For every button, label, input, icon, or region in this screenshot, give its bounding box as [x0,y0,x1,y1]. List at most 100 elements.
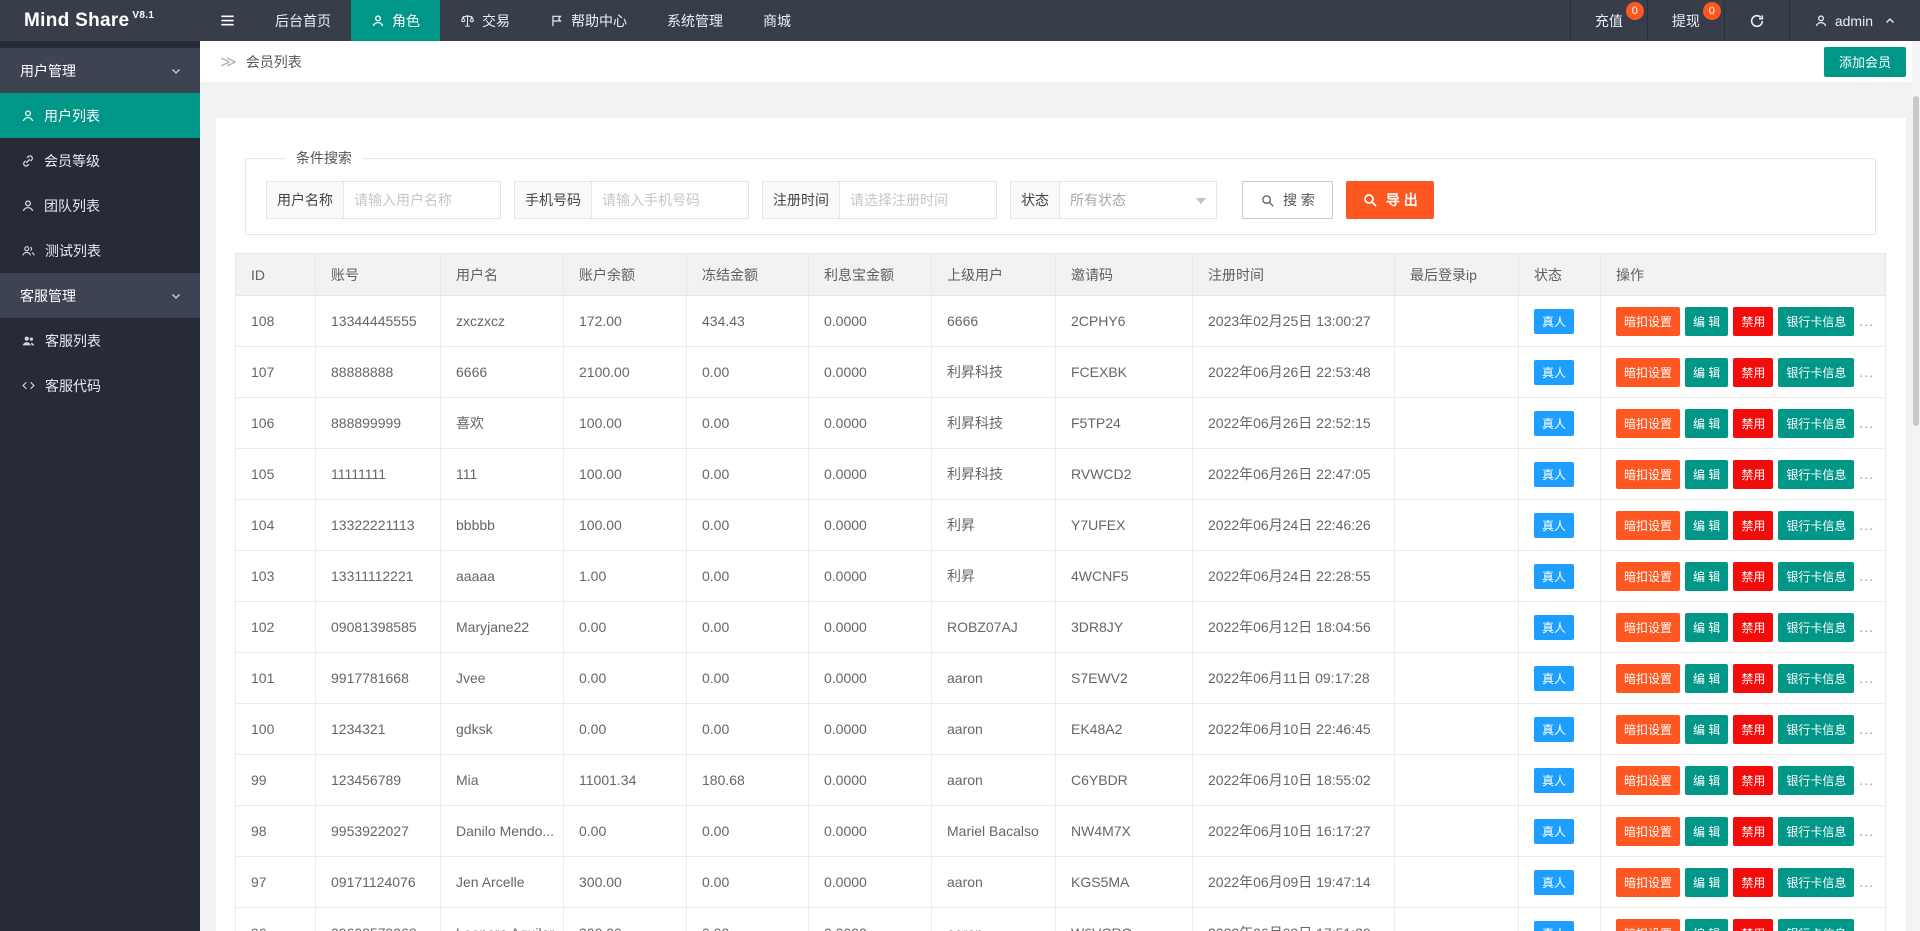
action-disable-button[interactable]: 禁用 [1733,817,1773,846]
action-disable-button[interactable]: 禁用 [1733,868,1773,897]
action-disable-button[interactable]: 禁用 [1733,613,1773,642]
export-button[interactable]: 导 出 [1346,181,1434,219]
action-hidden-deduction-settings-button[interactable]: 暗扣设置 [1616,562,1680,591]
more-actions[interactable]: ... [1859,568,1874,584]
action-hidden-deduction-settings-button[interactable]: 暗扣设置 [1616,613,1680,642]
action-edit-button[interactable]: 编 辑 [1685,919,1728,931]
action-bank-card-info-button[interactable]: 银行卡信息 [1778,511,1854,540]
status-badge[interactable]: 真人 [1534,666,1574,691]
action-edit-button[interactable]: 编 辑 [1685,868,1728,897]
more-actions[interactable]: ... [1859,670,1874,686]
action-bank-card-info-button[interactable]: 银行卡信息 [1778,715,1854,744]
action-disable-button[interactable]: 禁用 [1733,358,1773,387]
action-bank-card-info-button[interactable]: 银行卡信息 [1778,460,1854,489]
more-actions[interactable]: ... [1859,874,1874,890]
more-actions[interactable]: ... [1859,313,1874,329]
action-bank-card-info-button[interactable]: 银行卡信息 [1778,664,1854,693]
action-disable-button[interactable]: 禁用 [1733,562,1773,591]
status-select[interactable]: 所有状态 [1060,181,1217,219]
action-hidden-deduction-settings-button[interactable]: 暗扣设置 [1616,766,1680,795]
withdraw-button[interactable]: 提现 0 [1647,0,1724,41]
action-bank-card-info-button[interactable]: 银行卡信息 [1778,358,1854,387]
more-actions[interactable]: ... [1859,823,1874,839]
sidebar-section-user-management[interactable]: 用户管理 [0,48,200,93]
action-disable-button[interactable]: 禁用 [1733,409,1773,438]
sidebar-item-test-list[interactable]: 测试列表 [0,228,200,273]
action-edit-button[interactable]: 编 辑 [1685,409,1728,438]
nav-item-roles[interactable]: 角色 [351,0,440,41]
action-disable-button[interactable]: 禁用 [1733,664,1773,693]
scrollbar-thumb[interactable] [1913,96,1919,426]
vertical-scrollbar[interactable] [1912,41,1920,931]
action-hidden-deduction-settings-button[interactable]: 暗扣设置 [1616,358,1680,387]
sidebar-item-service-code[interactable]: 客服代码 [0,363,200,408]
action-bank-card-info-button[interactable]: 银行卡信息 [1778,562,1854,591]
action-edit-button[interactable]: 编 辑 [1685,511,1728,540]
action-edit-button[interactable]: 编 辑 [1685,817,1728,846]
action-hidden-deduction-settings-button[interactable]: 暗扣设置 [1616,409,1680,438]
sidebar-item-user-list[interactable]: 用户列表 [0,93,200,138]
sidebar-collapse-icon[interactable] [200,0,255,41]
status-badge[interactable]: 真人 [1534,870,1574,895]
action-disable-button[interactable]: 禁用 [1733,460,1773,489]
action-hidden-deduction-settings-button[interactable]: 暗扣设置 [1616,511,1680,540]
action-edit-button[interactable]: 编 辑 [1685,613,1728,642]
status-badge[interactable]: 真人 [1534,819,1574,844]
sidebar-item-member-level[interactable]: 会员等级 [0,138,200,183]
action-disable-button[interactable]: 禁用 [1733,919,1773,931]
action-edit-button[interactable]: 编 辑 [1685,562,1728,591]
status-badge[interactable]: 真人 [1534,309,1574,334]
action-edit-button[interactable]: 编 辑 [1685,766,1728,795]
action-edit-button[interactable]: 编 辑 [1685,715,1728,744]
more-actions[interactable]: ... [1859,772,1874,788]
action-hidden-deduction-settings-button[interactable]: 暗扣设置 [1616,664,1680,693]
phone-input[interactable] [592,181,749,219]
action-disable-button[interactable]: 禁用 [1733,307,1773,336]
action-hidden-deduction-settings-button[interactable]: 暗扣设置 [1616,715,1680,744]
sidebar-item-service-list[interactable]: 客服列表 [0,318,200,363]
nav-item-trade[interactable]: 交易 [440,0,530,41]
action-bank-card-info-button[interactable]: 银行卡信息 [1778,613,1854,642]
user-menu[interactable]: admin [1789,0,1920,41]
status-badge[interactable]: 真人 [1534,462,1574,487]
more-actions[interactable]: ... [1859,619,1874,635]
action-hidden-deduction-settings-button[interactable]: 暗扣设置 [1616,817,1680,846]
status-badge[interactable]: 真人 [1534,768,1574,793]
refresh-button[interactable] [1724,0,1789,41]
status-badge[interactable]: 真人 [1534,921,1574,931]
status-badge[interactable]: 真人 [1534,564,1574,589]
action-bank-card-info-button[interactable]: 银行卡信息 [1778,766,1854,795]
action-hidden-deduction-settings-button[interactable]: 暗扣设置 [1616,868,1680,897]
action-disable-button[interactable]: 禁用 [1733,766,1773,795]
action-bank-card-info-button[interactable]: 银行卡信息 [1778,307,1854,336]
more-actions[interactable]: ... [1859,517,1874,533]
more-actions[interactable]: ... [1859,466,1874,482]
sidebar-section-service-management[interactable]: 客服管理 [0,273,200,318]
more-actions[interactable]: ... [1859,364,1874,380]
action-bank-card-info-button[interactable]: 银行卡信息 [1778,817,1854,846]
action-hidden-deduction-settings-button[interactable]: 暗扣设置 [1616,919,1680,931]
status-badge[interactable]: 真人 [1534,513,1574,538]
action-bank-card-info-button[interactable]: 银行卡信息 [1778,919,1854,931]
action-disable-button[interactable]: 禁用 [1733,511,1773,540]
status-badge[interactable]: 真人 [1534,360,1574,385]
add-member-button[interactable]: 添加会员 [1824,47,1906,77]
regtime-input[interactable] [840,181,997,219]
nav-item-help-center[interactable]: 帮助中心 [530,0,647,41]
more-actions[interactable]: ... [1859,925,1874,931]
search-button[interactable]: 搜 索 [1242,181,1333,219]
nav-item-mall[interactable]: 商城 [743,0,811,41]
recharge-button[interactable]: 充值 0 [1570,0,1647,41]
more-actions[interactable]: ... [1859,721,1874,737]
action-bank-card-info-button[interactable]: 银行卡信息 [1778,409,1854,438]
action-edit-button[interactable]: 编 辑 [1685,358,1728,387]
action-bank-card-info-button[interactable]: 银行卡信息 [1778,868,1854,897]
username-input[interactable] [344,181,501,219]
action-hidden-deduction-settings-button[interactable]: 暗扣设置 [1616,460,1680,489]
more-actions[interactable]: ... [1859,415,1874,431]
action-disable-button[interactable]: 禁用 [1733,715,1773,744]
nav-item-dashboard[interactable]: 后台首页 [255,0,351,41]
sidebar-item-team-list[interactable]: 团队列表 [0,183,200,228]
action-edit-button[interactable]: 编 辑 [1685,664,1728,693]
status-badge[interactable]: 真人 [1534,717,1574,742]
